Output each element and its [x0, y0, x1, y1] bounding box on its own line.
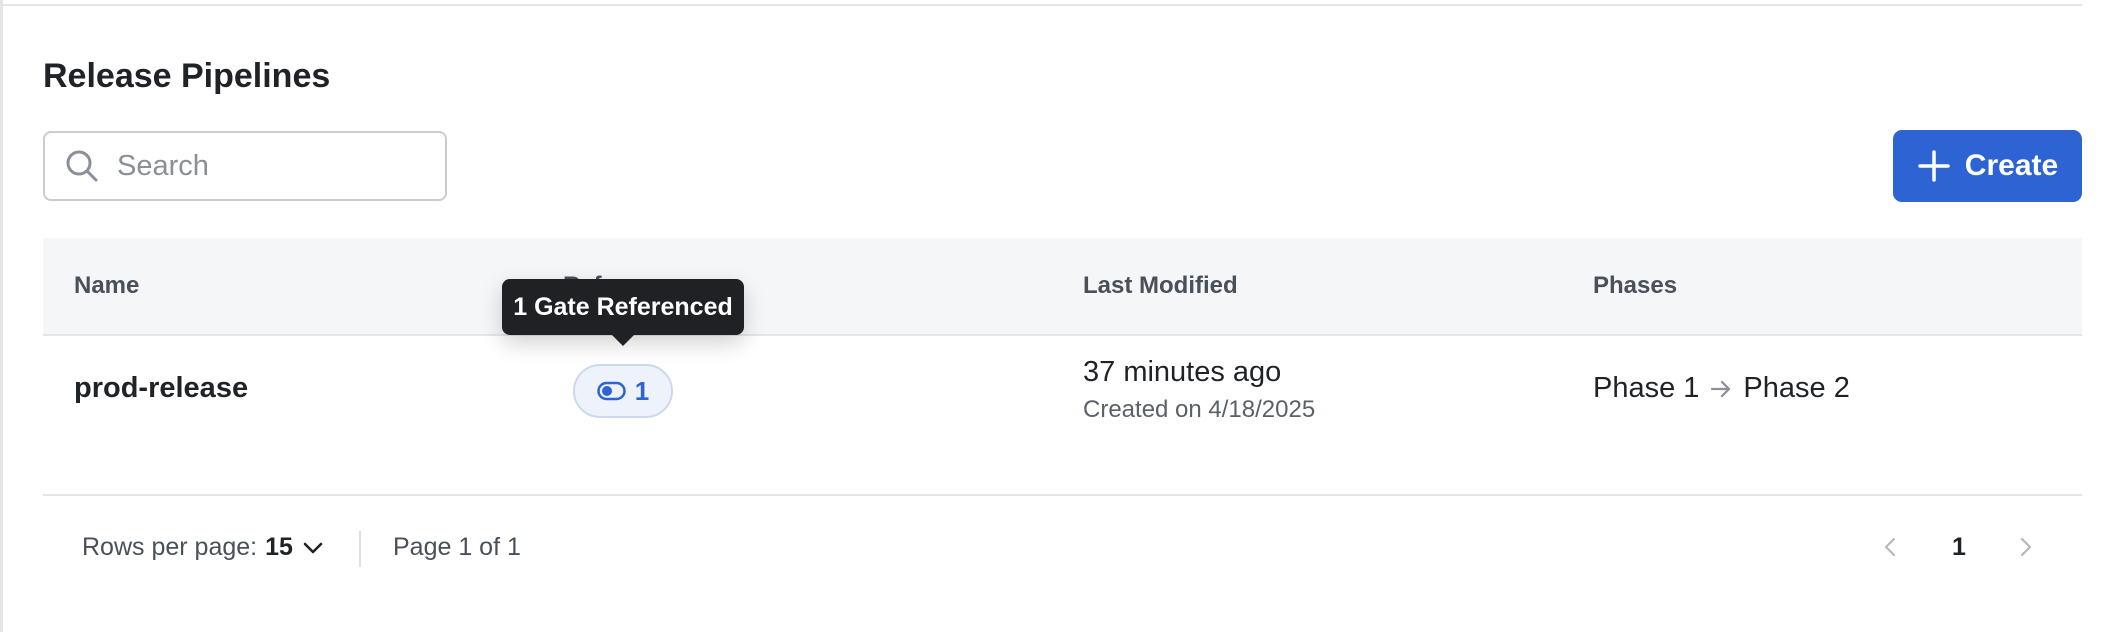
references-badge[interactable]: 1 [573, 364, 673, 418]
column-header-name[interactable]: Name [74, 272, 139, 300]
current-page-number[interactable]: 1 [1952, 533, 1966, 562]
pipeline-name[interactable]: prod-release [74, 372, 248, 405]
references-count: 1 [634, 375, 650, 406]
page-title: Release Pipelines [43, 57, 331, 95]
rows-per-page-value: 15 [265, 533, 293, 561]
rows-per-page-label: Rows per page: [82, 533, 258, 561]
left-border [0, 0, 3, 632]
search-box[interactable] [43, 131, 447, 201]
release-pipelines-panel: Release Pipelines Create Name References… [0, 0, 2118, 632]
table-header: Name References Last Modified Phases [43, 238, 2082, 336]
column-header-last-modified[interactable]: Last Modified [1083, 272, 1238, 300]
pipelines-table: Name References Last Modified Phases [43, 238, 2082, 496]
create-button[interactable]: Create [1893, 130, 2082, 202]
table-footer: Rows per page: 15 Page 1 of 1 1 [43, 497, 2082, 602]
phase-2-label: Phase 2 [1743, 372, 1850, 404]
created-date: Created on 4/18/2025 [1083, 396, 1316, 423]
top-divider [3, 4, 2082, 6]
search-input[interactable] [115, 148, 419, 184]
create-button-label: Create [1964, 149, 2059, 182]
chevron-down-icon [301, 536, 325, 560]
phases-cell: Phase 1 Phase 2 [1593, 372, 1850, 405]
chevron-right-icon[interactable] [2013, 535, 2037, 559]
rows-per-page-selector[interactable]: Rows per page: 15 [82, 533, 325, 562]
toggle-icon [597, 381, 627, 401]
plus-icon [1917, 149, 1951, 183]
search-icon [65, 149, 99, 183]
table-row[interactable] [43, 336, 2082, 496]
references-tooltip: 1 Gate Referenced [502, 279, 744, 335]
column-header-phases[interactable]: Phases [1593, 272, 1677, 300]
page-info: Page 1 of 1 [393, 533, 521, 561]
last-modified-relative: 37 minutes ago [1083, 356, 1282, 388]
tooltip-pointer [611, 334, 635, 346]
footer-divider [359, 531, 361, 567]
chevron-left-icon[interactable] [1879, 535, 1903, 559]
phase-1-label: Phase 1 [1593, 372, 1700, 404]
arrow-right-icon [1709, 377, 1733, 401]
